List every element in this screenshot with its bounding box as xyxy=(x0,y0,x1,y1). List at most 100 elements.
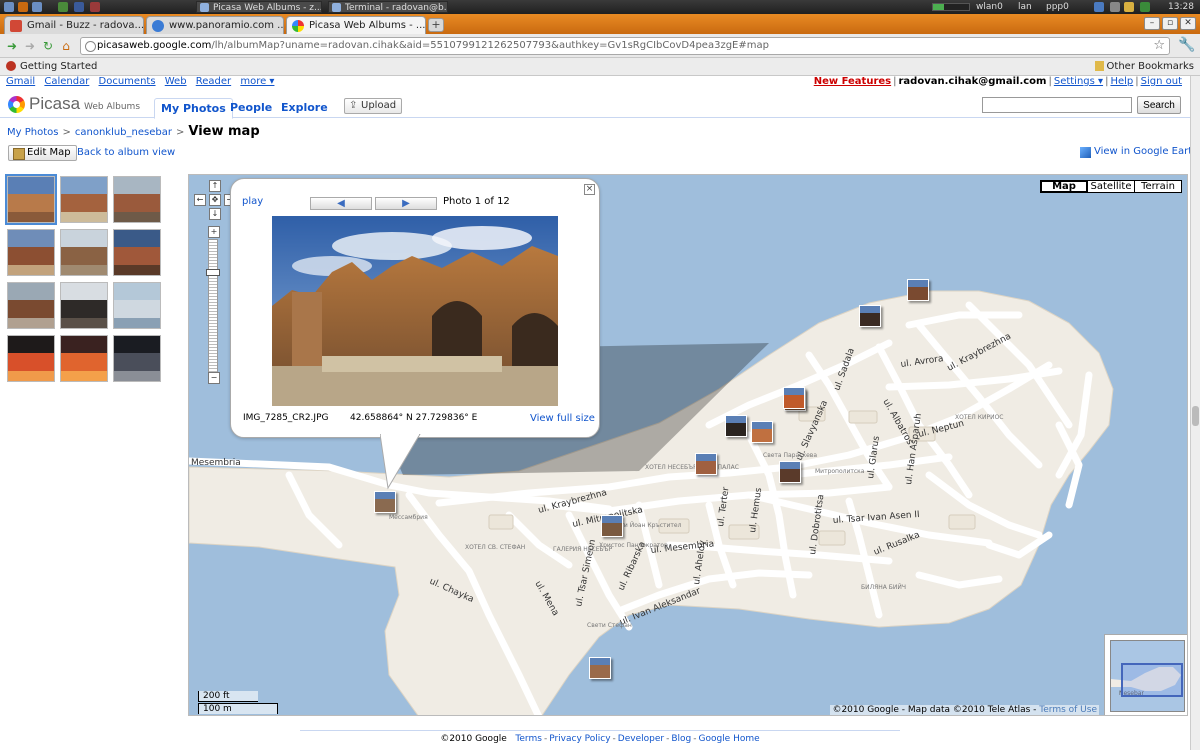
minimize-icon[interactable]: – xyxy=(1144,17,1160,30)
photo-thumbnail[interactable] xyxy=(113,229,161,276)
tab-panoramio[interactable]: www.panoramio.com ... xyxy=(146,16,284,34)
photo-marker[interactable] xyxy=(751,421,773,443)
photo-thumbnail[interactable] xyxy=(7,282,55,329)
upload-button[interactable]: Upload xyxy=(344,98,403,114)
footer-privacy[interactable]: Privacy Policy xyxy=(549,734,610,744)
terms-of-use-link[interactable]: Terms of Use xyxy=(1039,705,1097,715)
new-tab-button[interactable]: + xyxy=(428,18,444,32)
browser-icon[interactable] xyxy=(58,2,68,12)
search-input[interactable] xyxy=(982,97,1132,113)
network-icon[interactable] xyxy=(1094,2,1104,12)
photo-thumbnail[interactable] xyxy=(5,174,57,225)
photo-thumbnail[interactable] xyxy=(60,229,108,276)
gbar-web[interactable]: Web xyxy=(165,76,187,87)
overview-viewport[interactable] xyxy=(1121,663,1183,697)
settings-link[interactable]: Settings ▾ xyxy=(1054,76,1103,87)
photo-thumbnail[interactable] xyxy=(113,335,161,382)
tab-people[interactable]: People xyxy=(224,98,278,119)
maximize-icon[interactable]: ▫ xyxy=(1162,17,1178,30)
photo-marker[interactable] xyxy=(589,657,611,679)
home-icon[interactable]: ⌂ xyxy=(58,38,74,54)
new-features-link[interactable]: New Features xyxy=(814,76,891,87)
pan-left-icon[interactable]: ← xyxy=(194,194,206,206)
battery-icon[interactable] xyxy=(1110,2,1120,12)
zoom-slider-handle[interactable] xyxy=(206,268,220,276)
photo-marker[interactable] xyxy=(859,305,881,327)
tab-explore[interactable]: Explore xyxy=(275,98,334,119)
sign-out-link[interactable]: Sign out xyxy=(1141,76,1182,87)
photo-marker[interactable] xyxy=(695,453,717,475)
overview-map[interactable]: Nesebar xyxy=(1104,634,1187,715)
photo-thumbnail[interactable] xyxy=(60,335,108,382)
next-photo-button[interactable]: ▶ xyxy=(375,197,437,210)
tab-picasa[interactable]: Picasa Web Albums - ... xyxy=(286,16,426,34)
terminal-launcher-icon[interactable] xyxy=(74,2,84,12)
maptype-satellite-button[interactable]: Satellite xyxy=(1087,180,1135,193)
update-icon[interactable] xyxy=(1140,2,1150,12)
slideshow-play-link[interactable]: play xyxy=(242,196,263,207)
bookmark-star-icon[interactable]: ☆ xyxy=(1153,38,1165,54)
bookmark-getting-started[interactable]: Getting Started xyxy=(6,58,97,75)
pan-up-icon[interactable]: ↑ xyxy=(209,180,221,192)
page-scrollbar[interactable] xyxy=(1190,76,1200,750)
gbar-gmail[interactable]: Gmail xyxy=(6,76,35,87)
maptype-terrain-button[interactable]: Terrain xyxy=(1134,180,1182,193)
footer-terms[interactable]: Terms xyxy=(515,734,542,744)
back-to-album-link[interactable]: Back to album view xyxy=(77,147,175,158)
volume-icon[interactable] xyxy=(1124,2,1134,12)
view-in-google-earth-link[interactable]: View in Google Earth xyxy=(1080,146,1198,158)
pan-down-icon[interactable]: ↓ xyxy=(209,208,221,220)
footer-blog[interactable]: Blog xyxy=(671,734,691,744)
view-full-size-link[interactable]: View full size xyxy=(530,413,595,424)
gbar-documents[interactable]: Documents xyxy=(99,76,156,87)
tab-gmail[interactable]: Gmail - Buzz - radova... xyxy=(4,16,144,34)
mail-launcher-icon[interactable] xyxy=(90,2,100,12)
files-icon[interactable] xyxy=(32,2,42,12)
address-bar[interactable]: picasaweb.google.com/lh/albumMap?uname=r… xyxy=(80,37,1170,55)
photo-thumbnail[interactable] xyxy=(7,335,55,382)
close-window-icon[interactable]: ✕ xyxy=(1180,17,1196,30)
edit-map-button[interactable]: Edit Map xyxy=(8,145,77,161)
gbar-reader[interactable]: Reader xyxy=(196,76,231,87)
photo-thumbnail[interactable] xyxy=(113,282,161,329)
photo-thumbnail[interactable] xyxy=(113,176,161,223)
photo-thumbnail[interactable] xyxy=(7,229,55,276)
breadcrumb-my-photos[interactable]: My Photos xyxy=(7,127,58,138)
wrench-menu-icon[interactable]: 🔧 xyxy=(1178,37,1195,53)
forward-arrow-icon[interactable]: ➜ xyxy=(22,38,38,54)
pan-center-icon[interactable]: ✥ xyxy=(209,194,221,206)
help-link[interactable]: Help xyxy=(1110,76,1133,87)
breadcrumb-album[interactable]: canonklub_nesebar xyxy=(75,127,172,138)
search-button[interactable]: Search xyxy=(1137,96,1181,114)
photo-thumbnail[interactable] xyxy=(60,176,108,223)
footer-google-home[interactable]: Google Home xyxy=(698,734,759,744)
photo-marker[interactable] xyxy=(601,515,623,537)
firefox-icon[interactable] xyxy=(18,2,28,12)
zoom-out-icon[interactable]: − xyxy=(208,372,220,384)
task-picasa[interactable]: Picasa Web Albums - z... xyxy=(196,1,322,13)
scale-feet: 200 ft xyxy=(198,691,258,702)
photo-thumbnail[interactable] xyxy=(60,282,108,329)
photo-marker[interactable] xyxy=(907,279,929,301)
scrollbar-thumb[interactable] xyxy=(1192,406,1199,426)
photo-marker[interactable] xyxy=(783,387,805,409)
photo-marker[interactable] xyxy=(779,461,801,483)
clock[interactable]: 13:28 xyxy=(1168,1,1194,13)
gbar-more[interactable]: more ▾ xyxy=(240,76,274,87)
tab-my-photos[interactable]: My Photos xyxy=(154,98,233,119)
back-arrow-icon[interactable]: ➜ xyxy=(4,38,20,54)
zoom-slider[interactable] xyxy=(208,239,218,375)
zoom-in-icon[interactable]: + xyxy=(208,226,220,238)
task-terminal[interactable]: Terminal - radovan@b... xyxy=(328,1,448,13)
footer-developer[interactable]: Developer xyxy=(618,734,664,744)
photo-marker[interactable] xyxy=(374,491,396,513)
photo-preview[interactable] xyxy=(272,216,558,406)
reload-icon[interactable]: ↻ xyxy=(40,38,56,54)
gbar-calendar[interactable]: Calendar xyxy=(44,76,89,87)
photo-marker[interactable] xyxy=(725,415,747,437)
app-menu-icon[interactable] xyxy=(4,2,14,12)
bookmark-other[interactable]: Other Bookmarks xyxy=(1094,58,1194,75)
maptype-map-button[interactable]: Map xyxy=(1040,180,1088,193)
previous-photo-button[interactable]: ◀ xyxy=(310,197,372,210)
close-icon[interactable]: × xyxy=(584,184,595,195)
